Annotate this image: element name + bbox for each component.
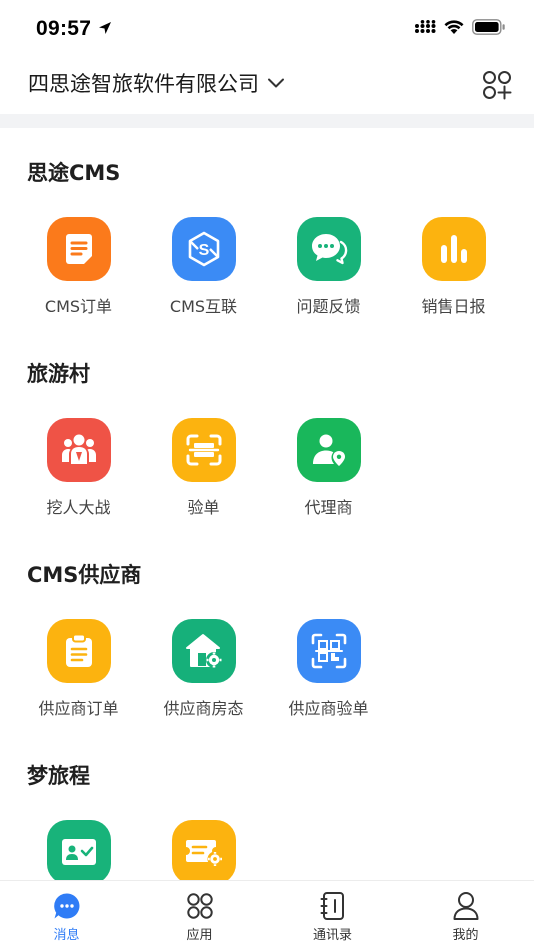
app-feedback[interactable]: 问题反馈 bbox=[266, 217, 391, 317]
app-grid: 挖人大战 验单 代理商 bbox=[16, 418, 518, 528]
qr-scan-icon bbox=[296, 619, 361, 683]
app-supplier-verify[interactable]: 供应商验单 bbox=[266, 619, 391, 719]
tab-label: 通讯录 bbox=[312, 928, 352, 943]
tab-apps[interactable]: 应用 bbox=[133, 881, 266, 950]
scan-icon bbox=[171, 418, 236, 482]
tab-contacts[interactable]: 通讯录 bbox=[266, 881, 399, 950]
wifi-icon bbox=[444, 19, 464, 34]
app-label: 供应商验单 bbox=[288, 699, 369, 718]
section-title: 思途CMS bbox=[27, 161, 121, 185]
section-cms-supplier: CMS供应商 供应商订单 供应商房态 供应商验单 bbox=[0, 559, 534, 739]
section-title: CMS供应商 bbox=[27, 563, 142, 587]
app-label: 供应商订单 bbox=[38, 699, 119, 718]
company-switcher[interactable]: 四思途智旅软件有限公司 bbox=[28, 68, 285, 98]
app-cms-interconnect[interactable]: S CMS互联 bbox=[141, 217, 266, 317]
section-dream-journey: 梦旅程 bbox=[0, 760, 534, 880]
section-title: 旅游村 bbox=[27, 362, 90, 386]
contacts-book-icon bbox=[318, 891, 348, 921]
app-id-verify[interactable] bbox=[16, 820, 141, 880]
tab-label: 我的 bbox=[452, 928, 479, 943]
section-title: 梦旅程 bbox=[27, 764, 90, 788]
document-icon bbox=[46, 217, 111, 281]
status-time: 09:57 bbox=[36, 17, 92, 40]
clipboard-icon bbox=[46, 619, 111, 683]
app-label: CMS互联 bbox=[169, 297, 238, 316]
app-supplier-order[interactable]: 供应商订单 bbox=[16, 619, 141, 719]
app-verify-order[interactable]: 验单 bbox=[141, 418, 266, 518]
chevron-down-icon bbox=[268, 78, 284, 88]
app-label: 挖人大战 bbox=[46, 498, 111, 517]
location-arrow-icon bbox=[99, 22, 111, 34]
app-grid: CMS订单 S CMS互联 问题反馈 销售日报 bbox=[16, 217, 518, 327]
app-agent[interactable]: 代理商 bbox=[266, 418, 391, 518]
apps-grid-icon bbox=[185, 891, 215, 921]
section-sitou-cms: 思途CMS CMS订单 S CMS互联 问题反馈 销售日报 bbox=[0, 157, 534, 337]
tab-messages[interactable]: 消息 bbox=[0, 881, 133, 950]
battery-icon bbox=[472, 19, 505, 35]
app-header: 四思途智旅软件有限公司 bbox=[0, 56, 534, 114]
team-icon bbox=[46, 418, 111, 482]
status-bar: 09:57 bbox=[0, 0, 534, 56]
bottom-tab-bar: 消息 应用 通讯录 我的 bbox=[0, 880, 534, 950]
header-divider bbox=[0, 114, 534, 128]
app-grid: 供应商订单 供应商房态 供应商验单 bbox=[16, 619, 518, 729]
svg-text:S: S bbox=[198, 242, 209, 259]
tab-me[interactable]: 我的 bbox=[399, 881, 532, 950]
id-card-check-icon bbox=[46, 820, 111, 880]
app-supplier-room-status[interactable]: 供应商房态 bbox=[141, 619, 266, 719]
tab-label: 应用 bbox=[186, 928, 213, 943]
interconnect-icon: S bbox=[171, 217, 236, 281]
chat-bubbles-icon bbox=[296, 217, 361, 281]
app-grid bbox=[16, 820, 518, 880]
app-catalog: 思途CMS CMS订单 S CMS互联 问题反馈 销售日报 旅游村 挖人大战 验… bbox=[0, 128, 534, 880]
status-indicators bbox=[414, 19, 506, 35]
app-ticket-settings[interactable] bbox=[141, 820, 266, 880]
section-travel-village: 旅游村 挖人大战 验单 代理商 bbox=[0, 358, 534, 538]
app-poach-battle[interactable]: 挖人大战 bbox=[16, 418, 141, 518]
company-name: 四思途智旅软件有限公司 bbox=[28, 72, 259, 96]
app-label: 供应商房态 bbox=[163, 699, 244, 718]
app-label: 问题反馈 bbox=[296, 297, 361, 316]
add-app-icon[interactable] bbox=[482, 70, 512, 100]
agent-location-icon bbox=[296, 418, 361, 482]
house-settings-icon bbox=[171, 619, 236, 683]
app-label: 代理商 bbox=[304, 498, 353, 517]
app-cms-order[interactable]: CMS订单 bbox=[16, 217, 141, 317]
bar-chart-icon bbox=[421, 217, 486, 281]
person-icon bbox=[451, 891, 481, 921]
app-label: 验单 bbox=[187, 498, 220, 517]
ticket-settings-icon bbox=[171, 820, 236, 880]
message-icon bbox=[52, 891, 82, 921]
app-sales-daily[interactable]: 销售日报 bbox=[391, 217, 516, 317]
cellular-signal-icon bbox=[415, 20, 436, 33]
tab-label: 消息 bbox=[53, 928, 80, 943]
app-label: CMS订单 bbox=[44, 297, 113, 316]
app-label: 销售日报 bbox=[421, 297, 486, 316]
